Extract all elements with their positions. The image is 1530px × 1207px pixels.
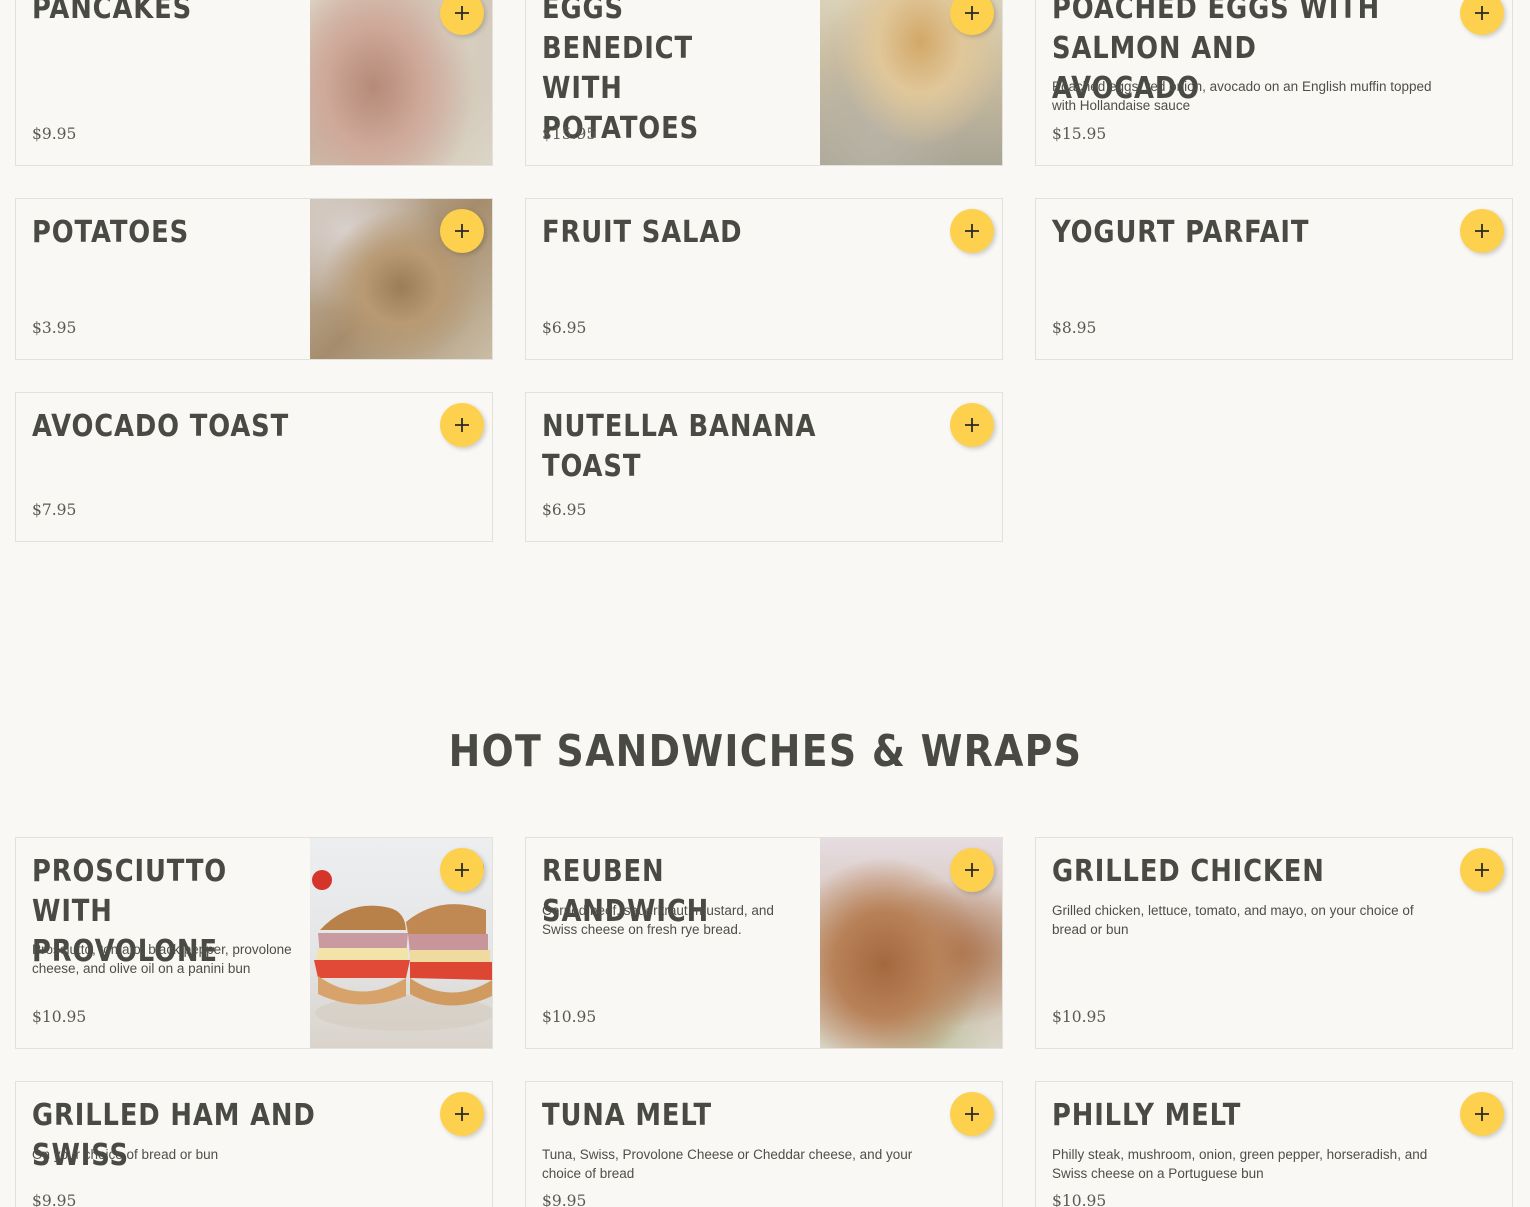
section-title: Hot Sandwiches & Wraps [0,722,1530,782]
item-name: Avocado Toast [32,409,290,444]
item-name: Fruit Salad [542,215,743,250]
item-price: $9.95 [32,1192,77,1207]
menu-card[interactable]: Philly Melt Philly steak, mushroom, onio… [1035,1081,1513,1207]
add-to-cart-button[interactable] [1460,1092,1504,1136]
item-name: Grilled Ham and Swiss [32,1098,316,1173]
add-to-cart-button[interactable] [440,848,484,892]
item-price: $15.95 [542,125,597,143]
add-to-cart-button[interactable] [950,848,994,892]
plus-icon [1475,6,1489,20]
item-price: $9.95 [542,1192,587,1207]
plus-icon [965,418,979,432]
menu-card[interactable]: Potatoes $3.95 [15,198,493,360]
add-to-cart-button[interactable] [440,403,484,447]
menu-card[interactable]: Poached Eggs with Salmon and Avocado Poa… [1035,0,1513,166]
item-description: Poached eggs, red onion, avocado on an E… [1052,79,1432,113]
menu-card[interactable]: Pancakes $9.95 [15,0,493,166]
add-to-cart-button[interactable] [950,403,994,447]
menu-card[interactable]: Yogurt Parfait $8.95 [1035,198,1513,360]
menu-card[interactable]: Prosciutto with Provolone Prosciutto, to… [15,837,493,1049]
plus-icon [965,6,979,20]
item-description: Tuna, Swiss, Provolone Cheese or Cheddar… [542,1147,913,1181]
menu-card[interactable]: Tuna Melt Tuna, Swiss, Provolone Cheese … [525,1081,1003,1207]
card-text: Prosciutto with Provolone Prosciutto, to… [32,838,292,1048]
item-description: Grilled chicken, lettuce, tomato, and ma… [1052,903,1414,937]
menu-card[interactable]: Nutella Banana Toast $6.95 [525,392,1003,542]
item-price: $15.95 [1052,125,1107,143]
card-text: Nutella Banana Toast $6.95 [542,393,938,541]
menu-card[interactable]: Eggs Benedict with Potatoes $15.95 [525,0,1003,166]
item-description: Corned beef, sauerkraut, mustard, and Sw… [542,903,774,937]
add-to-cart-button[interactable] [440,209,484,253]
add-to-cart-button[interactable] [1460,0,1504,35]
card-text: Philly Melt Philly steak, mushroom, onio… [1052,1082,1448,1207]
card-text: Grilled Chicken Grilled chicken, lettuce… [1052,838,1448,1048]
item-name: Philly Melt [1052,1098,1242,1133]
item-price: $7.95 [32,501,77,519]
item-price: $6.95 [542,501,587,519]
card-text: Grilled Ham and Swiss On your choice of … [32,1082,428,1207]
section-title-text: Hot Sandwiches & Wraps [448,726,1082,777]
item-name: Nutella Banana Toast [542,409,817,484]
card-text: Poached Eggs with Salmon and Avocado Poa… [1052,0,1448,165]
card-text: Avocado Toast $7.95 [32,393,428,541]
card-text: Eggs Benedict with Potatoes $15.95 [542,0,802,165]
card-text: Pancakes $9.95 [32,0,292,165]
item-description: On your choice of bread or bun [32,1147,219,1162]
item-price: $8.95 [1052,319,1097,337]
menu-card[interactable]: Reuben Sandwich Corned beef, sauerkraut,… [525,837,1003,1049]
card-text: Reuben Sandwich Corned beef, sauerkraut,… [542,838,802,1048]
plus-icon [1475,1107,1489,1121]
plus-icon [965,863,979,877]
plus-icon [455,863,469,877]
add-to-cart-button[interactable] [440,1092,484,1136]
plus-icon [965,1107,979,1121]
item-price: $9.95 [32,125,77,143]
item-price: $10.95 [32,1008,87,1026]
item-price: $10.95 [1052,1192,1107,1207]
card-text: Fruit Salad $6.95 [542,199,938,359]
item-name: Yogurt Parfait [1052,215,1310,250]
plus-icon [455,418,469,432]
card-text: Yogurt Parfait $8.95 [1052,199,1448,359]
add-to-cart-button[interactable] [950,1092,994,1136]
item-name: Potatoes [32,215,190,250]
menu-card[interactable]: Grilled Ham and Swiss On your choice of … [15,1081,493,1207]
plus-icon [455,6,469,20]
plus-icon [455,224,469,238]
plus-icon [1475,224,1489,238]
plus-icon [455,1107,469,1121]
item-name: Grilled Chicken [1052,854,1325,889]
item-description: Philly steak, mushroom, onion, green pep… [1052,1147,1428,1181]
menu-card[interactable]: Avocado Toast $7.95 [15,392,493,542]
item-price: $10.95 [542,1008,597,1026]
add-to-cart-button[interactable] [1460,209,1504,253]
item-description: Prosciutto, tomato, black pepper, provol… [32,942,292,976]
plus-icon [1475,863,1489,877]
add-to-cart-button[interactable] [950,209,994,253]
item-name: Pancakes [32,0,193,26]
add-to-cart-button[interactable] [1460,848,1504,892]
item-price: $6.95 [542,319,587,337]
card-text: Tuna Melt Tuna, Swiss, Provolone Cheese … [542,1082,938,1207]
card-text: Potatoes $3.95 [32,199,292,359]
menu-card[interactable]: Grilled Chicken Grilled chicken, lettuce… [1035,837,1513,1049]
menu-card[interactable]: Fruit Salad $6.95 [525,198,1003,360]
item-name: Tuna Melt [542,1098,712,1133]
plus-icon [965,224,979,238]
item-price: $10.95 [1052,1008,1107,1026]
item-price: $3.95 [32,319,77,337]
